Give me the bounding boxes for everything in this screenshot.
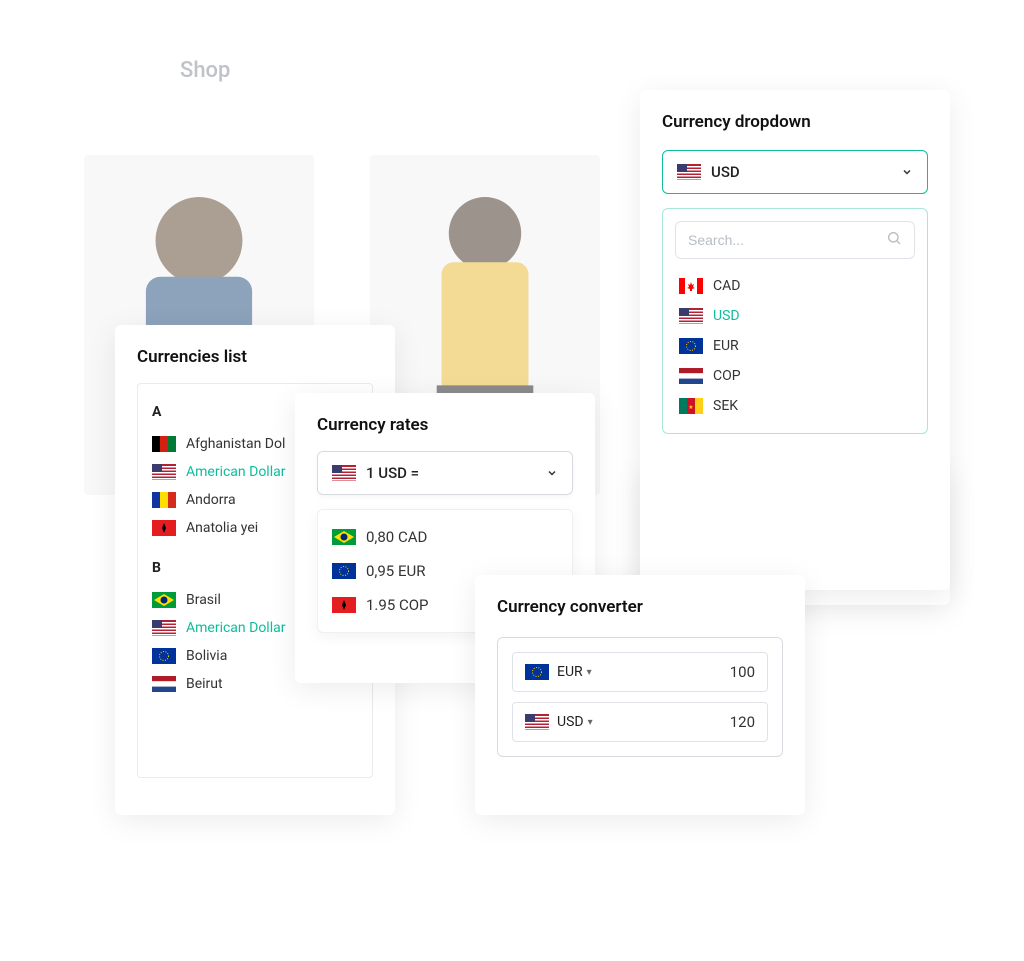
chevron-down-icon [901, 166, 913, 178]
list-item-label: American Dollar [186, 620, 285, 636]
flag-icon [332, 563, 356, 579]
converter-code: USD [557, 714, 584, 730]
dropdown-option[interactable]: COP [675, 361, 915, 391]
search-wrap [675, 221, 915, 259]
rates-base-select[interactable]: 1 USD = [317, 451, 573, 495]
dropdown-option[interactable]: USD [675, 301, 915, 331]
dropdown-option[interactable]: EUR [675, 331, 915, 361]
rate-row-label: 1.95 COP [366, 596, 429, 614]
flag-icon [525, 714, 549, 730]
flag-icon [152, 464, 176, 480]
list-item-label: Brasil [186, 592, 221, 608]
flag-icon [152, 436, 176, 452]
converter-amount: 100 [730, 663, 755, 681]
rate-row-label: 0,95 EUR [366, 562, 425, 580]
currencies-list-title: Currencies list [137, 347, 373, 367]
search-input[interactable] [688, 232, 886, 248]
converter-box: EUR ▾ 100 USD ▾ 120 [497, 637, 783, 757]
dropdown-option[interactable]: CAD [675, 271, 915, 301]
search-icon [886, 230, 902, 250]
currency-converter-title: Currency converter [497, 597, 783, 617]
list-item-label: Afghanistan Dol [186, 436, 285, 452]
flag-icon [152, 492, 176, 508]
flag-icon [525, 664, 549, 680]
list-item-label: Bolivia [186, 648, 227, 664]
flag-icon [332, 597, 356, 613]
chevron-down-icon [546, 467, 558, 479]
option-label: EUR [713, 338, 739, 354]
chevron-down-icon: ▾ [588, 717, 593, 728]
converter-code: EUR [557, 664, 583, 680]
option-label: USD [713, 308, 740, 324]
flag-icon [679, 368, 703, 384]
dropdown-selected[interactable]: USD [662, 150, 928, 194]
currency-dropdown-title: Currency dropdown [662, 112, 928, 132]
flag-icon [679, 278, 703, 294]
option-label: SEK [713, 398, 738, 414]
flag-icon [152, 676, 176, 692]
currency-dropdown-panel: Currency dropdown USD CAD USD EUR COP ★ S… [640, 90, 950, 590]
chevron-down-icon: ▾ [587, 667, 592, 678]
flag-icon [152, 520, 176, 536]
rate-row[interactable]: 0,80 CAD [332, 520, 558, 554]
currency-rates-title: Currency rates [317, 415, 573, 435]
rate-row-label: 0,80 CAD [366, 528, 427, 546]
currency-converter-panel: Currency converter EUR ▾ 100 USD ▾ 120 [475, 575, 805, 815]
page-title: Shop [180, 58, 230, 83]
dropdown-selected-label: USD [711, 163, 740, 181]
list-item-label: Andorra [186, 492, 236, 508]
option-label: COP [713, 368, 741, 384]
list-item-label: American Dollar [186, 464, 285, 480]
flag-icon [152, 648, 176, 664]
flag-icon [677, 164, 701, 180]
option-label: CAD [713, 278, 740, 294]
flag-icon [679, 338, 703, 354]
list-item-label: Anatolia yei [186, 520, 258, 536]
list-item-label: Beirut [186, 676, 223, 692]
dropdown-option[interactable]: ★ SEK [675, 391, 915, 421]
dropdown-open-panel: CAD USD EUR COP ★ SEK [662, 208, 928, 434]
converter-row[interactable]: EUR ▾ 100 [512, 652, 768, 692]
flag-icon: ★ [679, 398, 703, 414]
flag-icon [152, 592, 176, 608]
converter-row[interactable]: USD ▾ 120 [512, 702, 768, 742]
flag-icon [152, 620, 176, 636]
flag-icon [332, 529, 356, 545]
svg-text:★: ★ [688, 404, 693, 411]
flag-icon [679, 308, 703, 324]
converter-amount: 120 [730, 713, 755, 731]
flag-icon [332, 465, 356, 481]
rates-base-label: 1 USD = [366, 464, 419, 482]
